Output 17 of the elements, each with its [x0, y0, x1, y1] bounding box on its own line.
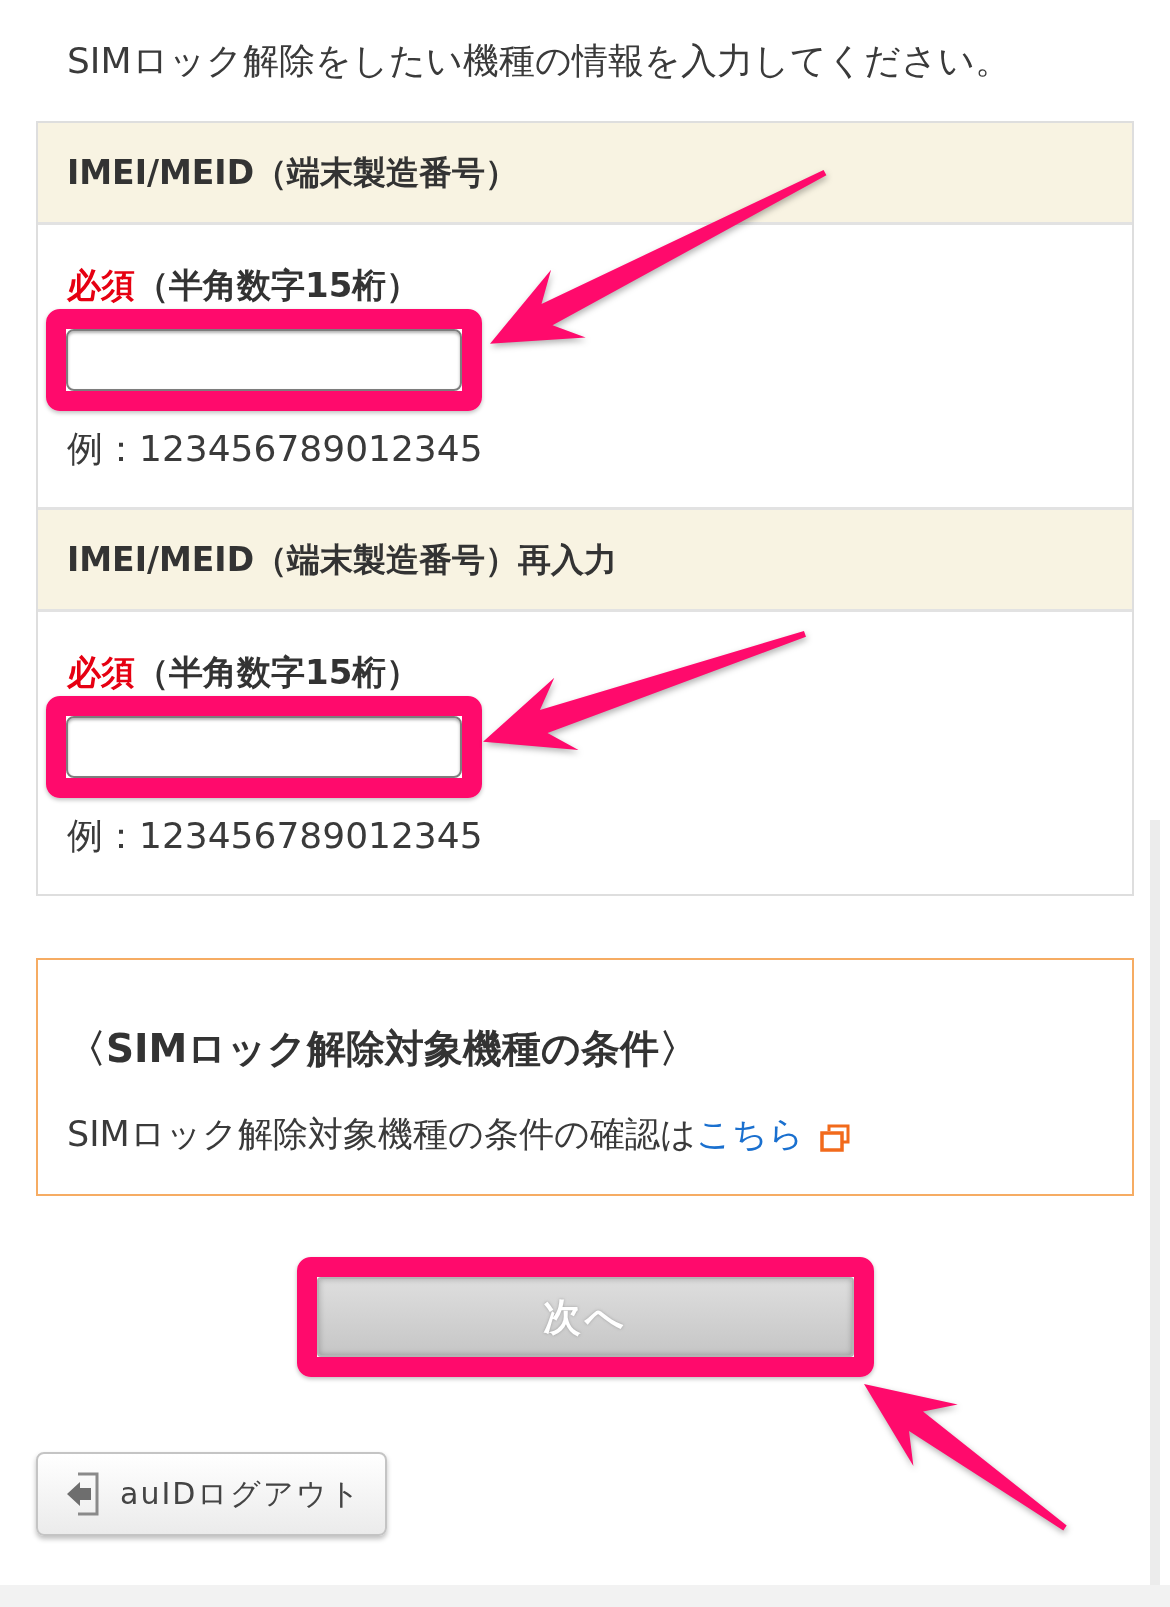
logout-button[interactable]: auIDログアウト [36, 1452, 387, 1536]
input-hint: （半角数字15桁） [135, 265, 421, 305]
field-heading: IMEI/MEID（端末製造番号）再入力 [67, 538, 618, 581]
conditions-heading: 〈SIMロック解除対象機種の条件〉 [67, 1025, 699, 1073]
new-window-icon[interactable] [819, 1124, 850, 1152]
conditions-text: SIMロック解除対象機種の条件の確認は こちら [67, 1112, 850, 1156]
imei-input-field[interactable] [66, 716, 462, 778]
imei-input-field[interactable] [66, 329, 462, 391]
intro-text: SIMロック解除をしたい機種の情報を入力してください。 [67, 39, 1012, 83]
required-label: 必須 [67, 265, 135, 305]
link[interactable]: こちら [695, 1112, 804, 1156]
input-hint: （半角数字15桁） [135, 652, 421, 692]
arrow-out-of-bracket-icon [66, 1471, 100, 1517]
example-text: 例：123456789012345 [67, 429, 483, 469]
required-label: 必須 [67, 652, 135, 692]
field-heading: IMEI/MEID（端末製造番号） [67, 151, 519, 194]
example-text: 例：123456789012345 [67, 816, 483, 856]
